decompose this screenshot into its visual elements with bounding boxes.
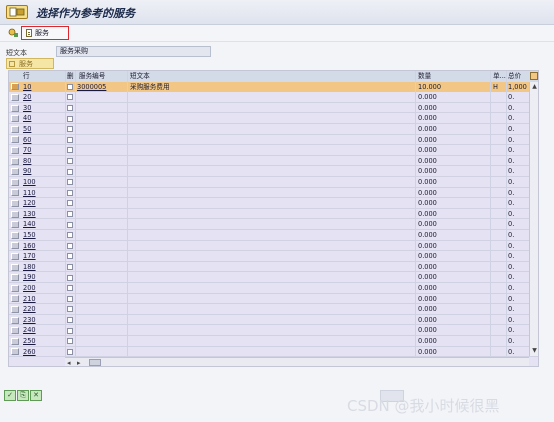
delete-checkbox[interactable] xyxy=(67,126,73,133)
confirm-button[interactable]: ✓ xyxy=(4,390,16,401)
row-selector[interactable] xyxy=(11,125,19,133)
row-selector[interactable] xyxy=(11,348,19,356)
delete-checkbox[interactable] xyxy=(67,94,73,101)
service-doc-icon xyxy=(26,29,32,37)
delete-checkbox[interactable] xyxy=(67,211,73,218)
watermark: CSDN @我小时候很黑 xyxy=(347,397,500,415)
row-selector[interactable] xyxy=(11,168,19,176)
app-icon xyxy=(6,5,28,19)
row-selector[interactable] xyxy=(11,83,19,91)
table-header: 行 删 服务编号 短文本 数量 单... 总价 xyxy=(9,71,538,82)
delete-checkbox[interactable] xyxy=(67,168,73,175)
scroll-right-icon[interactable]: ▸ xyxy=(77,359,81,366)
header-total[interactable]: 总价 xyxy=(508,71,528,82)
row-selector[interactable] xyxy=(11,252,19,260)
delete-checkbox[interactable] xyxy=(67,83,73,90)
delete-checkbox[interactable] xyxy=(67,264,73,271)
toolbar: 服务 xyxy=(0,25,554,42)
delete-checkbox[interactable] xyxy=(67,189,73,196)
delete-checkbox[interactable] xyxy=(67,221,73,228)
row-selector[interactable] xyxy=(11,242,19,250)
title-bar: 选择作为参考的服务 xyxy=(0,0,554,25)
settings-icon[interactable] xyxy=(530,72,538,80)
row-selector[interactable] xyxy=(11,337,19,345)
scroll-thumb[interactable] xyxy=(89,359,101,366)
toolbar-icon[interactable] xyxy=(8,28,19,38)
row-selector[interactable] xyxy=(11,231,19,239)
delete-checkbox[interactable] xyxy=(67,158,73,165)
short-text-field[interactable]: 服务采购 xyxy=(56,46,211,57)
row-selector[interactable] xyxy=(11,157,19,165)
service-button[interactable]: 服务 xyxy=(21,26,69,40)
row-selector[interactable] xyxy=(11,210,19,218)
delete-checkbox[interactable] xyxy=(67,317,73,324)
row-selector[interactable] xyxy=(11,178,19,186)
delete-checkbox[interactable] xyxy=(67,285,73,292)
header-line[interactable]: 行 xyxy=(23,71,53,82)
row-selector[interactable] xyxy=(11,305,19,313)
row-selector[interactable] xyxy=(11,284,19,292)
unit-cell: H xyxy=(493,82,498,91)
header-service-no[interactable]: 服务编号 xyxy=(79,71,127,82)
delete-checkbox[interactable] xyxy=(67,232,73,239)
row-selector[interactable] xyxy=(11,189,19,197)
delete-checkbox[interactable] xyxy=(67,115,73,122)
header-short-text[interactable]: 短文本 xyxy=(130,71,230,82)
scroll-up-icon[interactable]: ▲ xyxy=(531,83,538,90)
row-selector[interactable] xyxy=(11,221,19,229)
delete-checkbox[interactable] xyxy=(67,136,73,143)
delete-checkbox[interactable] xyxy=(67,179,73,186)
service-table: 行 删 服务编号 短文本 数量 单... 总价 10 3000005 采购服务费… xyxy=(8,70,539,367)
delete-checkbox[interactable] xyxy=(67,147,73,154)
scroll-down-icon[interactable]: ▼ xyxy=(531,347,538,354)
service-number[interactable]: 3000005 xyxy=(77,82,127,93)
delete-checkbox[interactable] xyxy=(67,253,73,260)
tab-icon xyxy=(9,60,15,67)
row-selector[interactable] xyxy=(11,104,19,112)
row-selector[interactable] xyxy=(11,115,19,123)
short-text-label: 短文本 xyxy=(6,49,27,57)
delete-checkbox[interactable] xyxy=(67,105,73,112)
row-selector[interactable] xyxy=(11,295,19,303)
bottom-buttons: ✓ ⎘ ✕ xyxy=(4,390,42,401)
cancel-button[interactable]: ✕ xyxy=(30,390,42,401)
scroll-left-icon[interactable]: ◂ xyxy=(67,359,71,366)
quantity-cell: 10.000 xyxy=(418,82,442,91)
row-selector[interactable] xyxy=(11,93,19,101)
delete-checkbox[interactable] xyxy=(67,306,73,313)
delete-checkbox[interactable] xyxy=(67,242,73,249)
delete-checkbox[interactable] xyxy=(67,327,73,334)
header-quantity[interactable]: 数量 xyxy=(418,71,488,82)
window-title: 选择作为参考的服务 xyxy=(36,7,135,20)
delete-checkbox[interactable] xyxy=(67,274,73,281)
short-text-cell: 采购服务费用 xyxy=(130,82,170,91)
delete-checkbox[interactable] xyxy=(67,200,73,207)
row-selector[interactable] xyxy=(11,327,19,335)
row-selector[interactable] xyxy=(11,146,19,154)
row-selector[interactable] xyxy=(11,274,19,282)
row-selector[interactable] xyxy=(11,316,19,324)
delete-checkbox[interactable] xyxy=(67,338,73,345)
copy-button[interactable]: ⎘ xyxy=(17,390,29,401)
row-selector[interactable] xyxy=(11,136,19,144)
header-unit[interactable]: 单... xyxy=(493,71,507,82)
delete-checkbox[interactable] xyxy=(67,295,73,302)
delete-checkbox[interactable] xyxy=(67,348,73,355)
table-row-selected[interactable]: 10 3000005 采购服务费用 10.000 H 1,000 xyxy=(9,81,538,93)
line-number[interactable]: 10 xyxy=(23,82,53,93)
vertical-scrollbar[interactable]: ▲ ▼ xyxy=(529,82,538,356)
tab-service[interactable]: 服务 xyxy=(6,58,54,69)
row-selector[interactable] xyxy=(11,263,19,271)
horizontal-scrollbar[interactable]: ◂ ▸ xyxy=(65,357,529,366)
row-selector[interactable] xyxy=(11,199,19,207)
service-button-label: 服务 xyxy=(35,29,49,37)
total-cell: 1,000 xyxy=(508,82,527,91)
tab-label: 服务 xyxy=(19,59,33,68)
